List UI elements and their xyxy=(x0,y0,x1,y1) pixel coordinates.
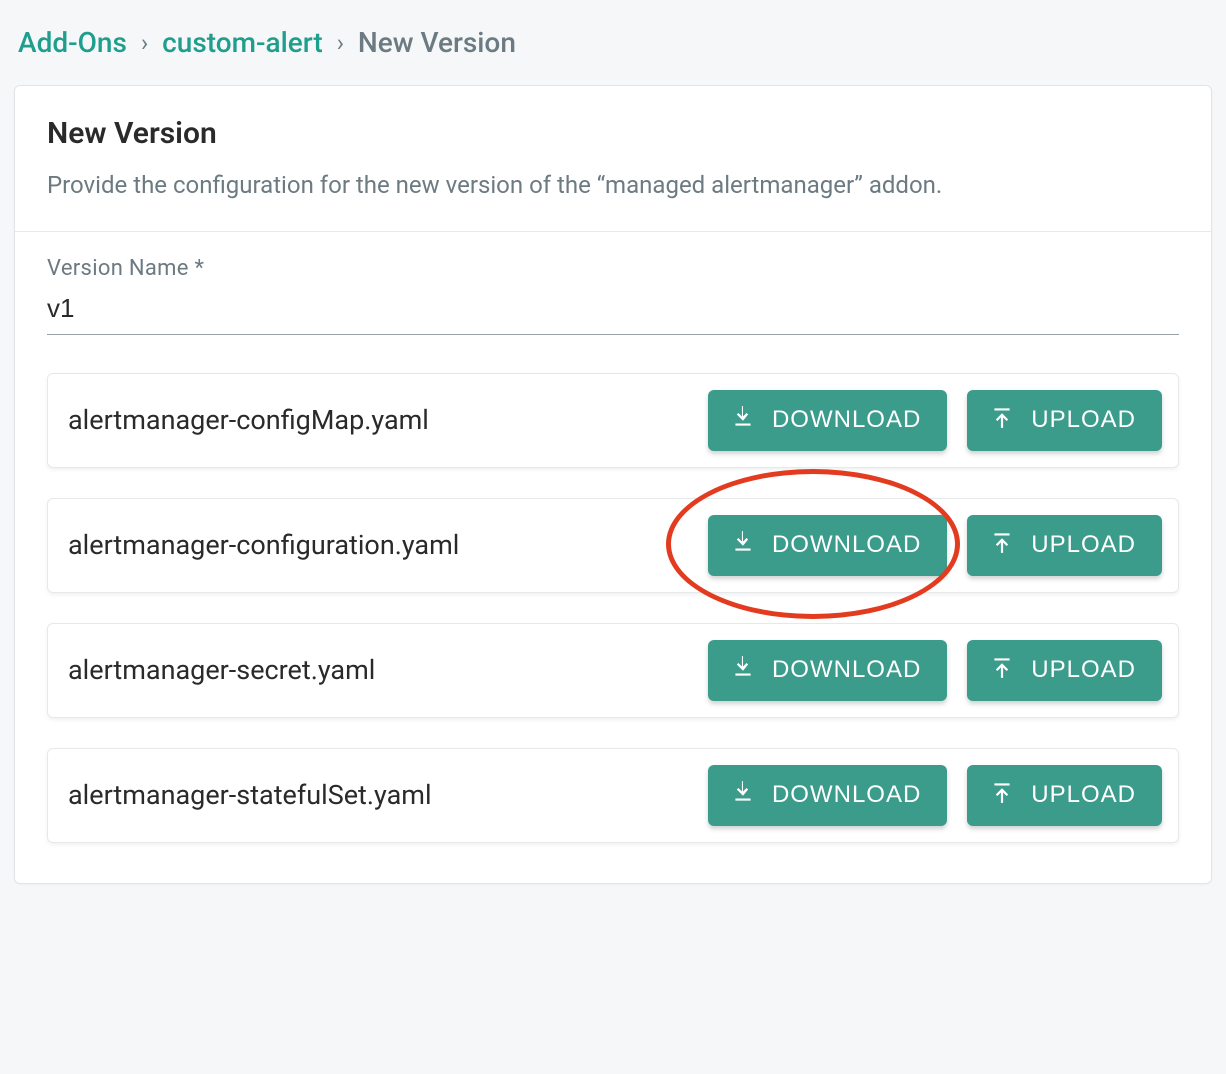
download-icon xyxy=(730,404,756,437)
upload-button[interactable]: UPLOAD xyxy=(967,390,1162,451)
file-row: alertmanager-configMap.yaml DOWNLOAD UPL… xyxy=(47,373,1179,468)
file-actions: DOWNLOAD UPLOAD xyxy=(708,515,1162,576)
card-body: Version Name * alertmanager-configMap.ya… xyxy=(15,232,1211,883)
download-label: DOWNLOAD xyxy=(772,531,921,559)
file-row: alertmanager-statefulSet.yaml DOWNLOAD U… xyxy=(47,748,1179,843)
breadcrumb-separator: › xyxy=(337,29,344,57)
breadcrumb-link-addons[interactable]: Add-Ons xyxy=(18,26,127,59)
upload-label: UPLOAD xyxy=(1031,406,1136,434)
page-title: New Version xyxy=(47,116,1179,151)
download-button[interactable]: DOWNLOAD xyxy=(708,765,947,826)
download-icon xyxy=(730,529,756,562)
download-icon xyxy=(730,654,756,687)
file-actions: DOWNLOAD UPLOAD xyxy=(708,765,1162,826)
download-icon xyxy=(730,779,756,812)
upload-icon xyxy=(989,654,1015,687)
upload-button[interactable]: UPLOAD xyxy=(967,515,1162,576)
upload-icon xyxy=(989,779,1015,812)
breadcrumb-current: New Version xyxy=(358,26,516,59)
file-name: alertmanager-configuration.yaml xyxy=(68,529,459,561)
file-row: alertmanager-secret.yaml DOWNLOAD UPLOAD xyxy=(47,623,1179,718)
upload-label: UPLOAD xyxy=(1031,531,1136,559)
download-button[interactable]: DOWNLOAD xyxy=(708,390,947,451)
upload-icon xyxy=(989,404,1015,437)
new-version-card: New Version Provide the configuration fo… xyxy=(14,85,1212,884)
file-list: alertmanager-configMap.yaml DOWNLOAD UPL… xyxy=(47,373,1179,843)
file-actions: DOWNLOAD UPLOAD xyxy=(708,390,1162,451)
version-name-label: Version Name * xyxy=(47,256,1179,281)
page-subtitle: Provide the configuration for the new ve… xyxy=(47,169,1179,203)
file-name: alertmanager-statefulSet.yaml xyxy=(68,779,432,811)
upload-label: UPLOAD xyxy=(1031,781,1136,809)
download-button[interactable]: DOWNLOAD xyxy=(708,515,947,576)
file-row: alertmanager-configuration.yaml DOWNLOAD… xyxy=(47,498,1179,593)
breadcrumb-separator: › xyxy=(141,29,148,57)
download-label: DOWNLOAD xyxy=(772,656,921,684)
upload-button[interactable]: UPLOAD xyxy=(967,640,1162,701)
upload-icon xyxy=(989,529,1015,562)
file-name: alertmanager-secret.yaml xyxy=(68,654,375,686)
download-label: DOWNLOAD xyxy=(772,406,921,434)
file-name: alertmanager-configMap.yaml xyxy=(68,404,429,436)
breadcrumb-link-custom-alert[interactable]: custom-alert xyxy=(162,26,323,59)
download-button[interactable]: DOWNLOAD xyxy=(708,640,947,701)
upload-label: UPLOAD xyxy=(1031,656,1136,684)
file-actions: DOWNLOAD UPLOAD xyxy=(708,640,1162,701)
version-name-input[interactable] xyxy=(47,287,1179,335)
upload-button[interactable]: UPLOAD xyxy=(967,765,1162,826)
download-label: DOWNLOAD xyxy=(772,781,921,809)
card-header: New Version Provide the configuration fo… xyxy=(15,86,1211,232)
breadcrumb: Add-Ons › custom-alert › New Version xyxy=(14,16,1212,85)
